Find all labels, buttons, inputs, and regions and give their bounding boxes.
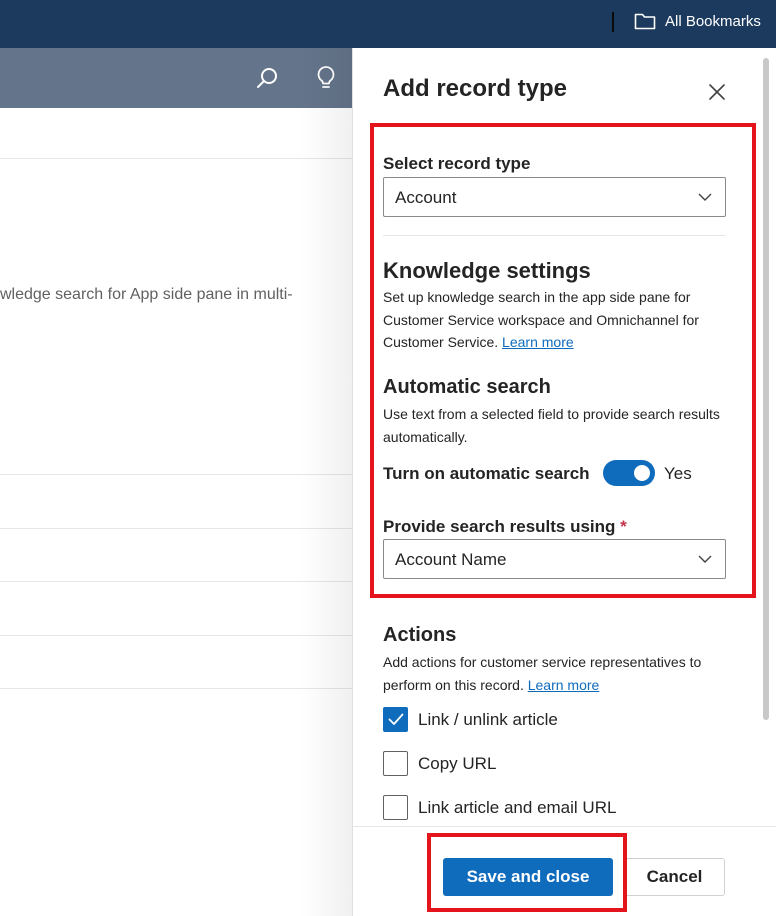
background-page: wledge search for App side pane in multi… — [0, 48, 352, 916]
panel-scrollbar[interactable] — [763, 58, 769, 720]
learn-more-link[interactable]: Learn more — [502, 334, 574, 350]
checkbox-link-unlink-article[interactable] — [383, 707, 408, 732]
search-results-dropdown[interactable]: Account Name — [383, 539, 726, 579]
required-marker: * — [620, 517, 627, 536]
record-type-dropdown[interactable]: Account — [383, 177, 726, 217]
checkbox-label: Copy URL — [418, 754, 497, 773]
automatic-search-toggle-label: Turn on automatic search — [383, 464, 590, 483]
chevron-down-icon — [698, 555, 712, 563]
record-type-value: Account — [395, 188, 457, 207]
all-bookmarks-link[interactable]: All Bookmarks — [665, 13, 761, 30]
record-type-label: Select record type — [383, 154, 531, 173]
search-icon[interactable] — [255, 66, 279, 90]
panel-footer: Save and close Cancel — [353, 826, 776, 916]
panel-title: Add record type — [383, 75, 568, 102]
add-record-type-panel: Add record type Select record type Accou… — [352, 48, 776, 916]
checkbox-copy-url[interactable] — [383, 751, 408, 776]
cancel-button[interactable]: Cancel — [624, 858, 725, 896]
panel-shadow — [300, 48, 352, 916]
actions-description: Add actions for customer service represe… — [383, 651, 733, 696]
toggle-knob — [634, 465, 650, 481]
checkbox-label: Link article and email URL — [418, 798, 617, 817]
checkmark-icon — [388, 713, 404, 725]
close-icon[interactable] — [706, 81, 728, 103]
background-text: wledge search for App side pane in multi… — [0, 286, 293, 303]
chevron-down-icon — [698, 193, 712, 201]
automatic-search-description: Use text from a selected field to provid… — [383, 406, 720, 445]
folder-icon[interactable] — [634, 12, 656, 30]
search-results-value: Account Name — [395, 550, 507, 569]
checkbox-label: Link / unlink article — [418, 710, 558, 729]
search-results-label: Provide search results using * — [383, 517, 627, 537]
knowledge-settings-description: Set up knowledge search in the app side … — [383, 286, 733, 354]
automatic-search-title: Automatic search — [383, 376, 551, 398]
search-results-label-text: Provide search results using — [383, 517, 616, 536]
automatic-search-toggle[interactable] — [603, 460, 655, 486]
section-divider — [383, 235, 726, 236]
toggle-state-text: Yes — [664, 464, 692, 483]
learn-more-link[interactable]: Learn more — [528, 677, 600, 693]
bookmarks-bar: All Bookmarks — [0, 0, 776, 48]
actions-title: Actions — [383, 624, 457, 646]
knowledge-settings-title: Knowledge settings — [383, 258, 591, 283]
checkbox-link-article-email-url[interactable] — [383, 795, 408, 820]
save-and-close-button[interactable]: Save and close — [443, 858, 613, 896]
bookmarks-divider — [612, 12, 614, 32]
